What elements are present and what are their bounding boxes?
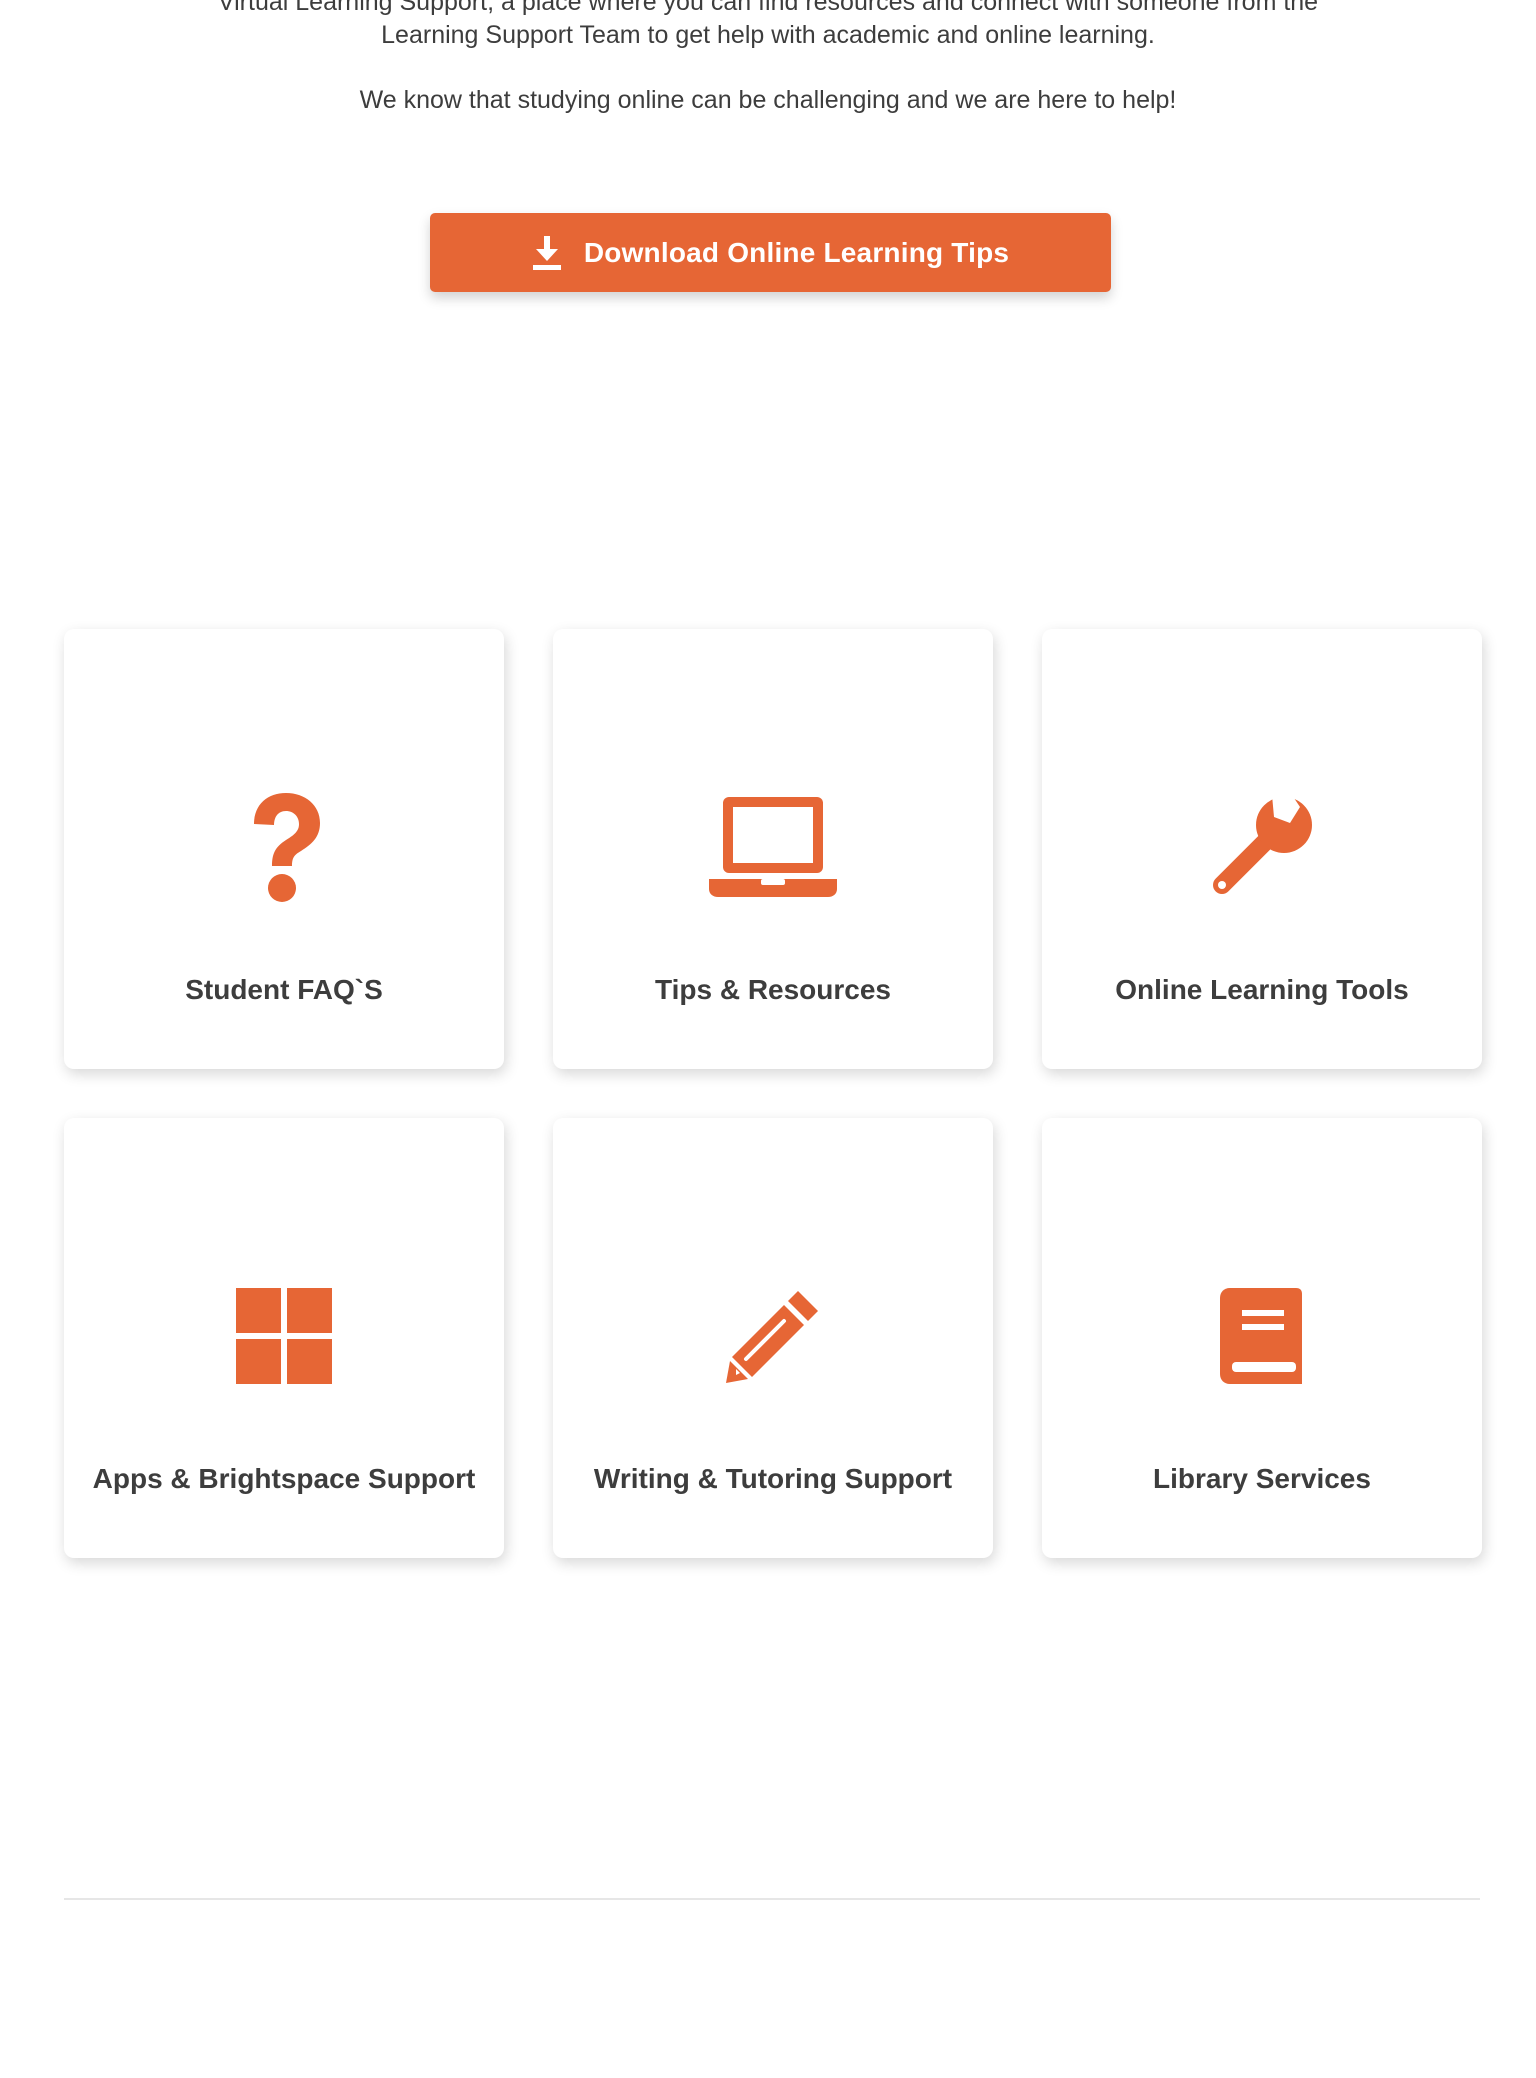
card-label: Apps & Brightspace Support [92, 1463, 476, 1494]
card-label: Library Services [1153, 1463, 1371, 1494]
card-apps-brightspace-support[interactable]: Apps & Brightspace Support [64, 1118, 504, 1558]
intro-help-text: We know that studying online can be chal… [359, 86, 1177, 114]
download-icon [532, 235, 562, 271]
question-mark-icon [219, 789, 349, 905]
book-icon [1197, 1278, 1327, 1394]
windows-grid-icon [219, 1278, 349, 1394]
card-student-faqs[interactable]: Student FAQ`S [64, 629, 504, 1069]
section-divider [64, 1898, 1480, 1900]
card-library-services[interactable]: Library Services [1042, 1118, 1482, 1558]
download-online-learning-tips-button[interactable]: Download Online Learning Tips [430, 213, 1111, 292]
card-tips-resources[interactable]: Tips & Resources [553, 629, 993, 1069]
pencil-icon [708, 1278, 838, 1394]
card-label: Online Learning Tools [1115, 974, 1409, 1005]
intro-section: Virtual Learning Support, a place where … [0, 0, 1536, 117]
card-label: Tips & Resources [654, 974, 892, 1005]
card-label: Student FAQ`S [185, 974, 383, 1005]
card-writing-tutoring-support[interactable]: Writing & Tutoring Support [553, 1118, 993, 1558]
wrench-icon [1197, 789, 1327, 905]
download-button-label: Download Online Learning Tips [583, 236, 1010, 268]
intro-paragraph: Virtual Learning Support, a place where … [217, 0, 1319, 49]
card-label: Writing & Tutoring Support [593, 1463, 953, 1494]
card-online-learning-tools[interactable]: Online Learning Tools [1042, 629, 1482, 1069]
laptop-icon [708, 789, 838, 905]
